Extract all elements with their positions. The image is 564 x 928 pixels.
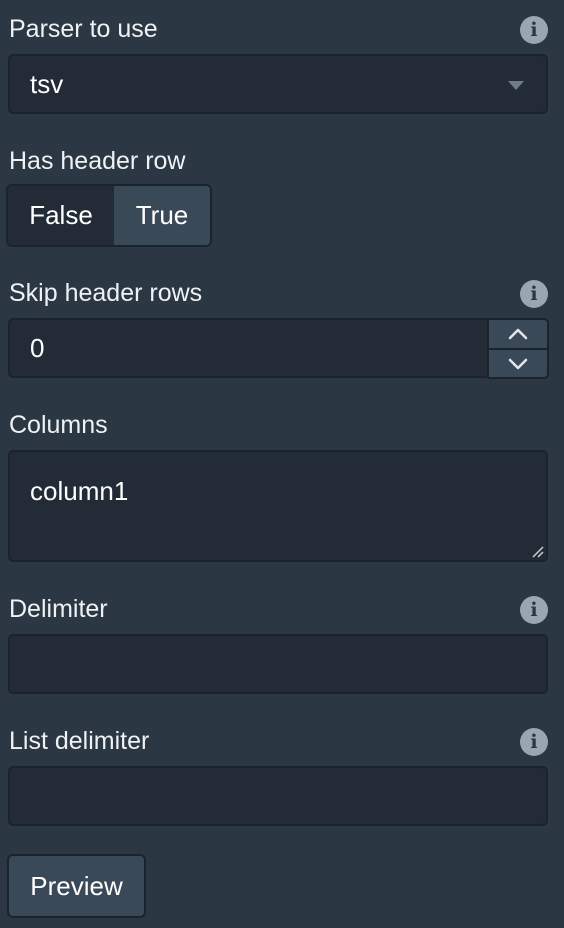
header-row-false-button[interactable]: False [8,186,114,245]
parser-select[interactable]: tsv [8,54,548,114]
skip-rows-info-icon[interactable]: i [520,280,548,308]
delimiter-label: Delimiter [9,595,108,623]
chevron-down-icon [508,358,528,370]
preview-button[interactable]: Preview [7,854,146,918]
list-delimiter-label: List delimiter [9,727,150,755]
columns-textarea[interactable]: column1 [8,450,548,562]
columns-value: column1 [30,476,129,506]
parser-info-icon[interactable]: i [520,16,548,44]
skip-rows-input[interactable]: 0 [8,318,490,378]
resize-grip-icon[interactable] [530,544,544,558]
list-delimiter-info-icon[interactable]: i [520,728,548,756]
decrement-button[interactable] [489,350,547,377]
header-row-label: Has header row [9,147,186,175]
chevron-up-icon [508,328,528,340]
skip-rows-label: Skip header rows [9,279,203,307]
header-row-true-button[interactable]: True [114,186,210,245]
parser-label: Parser to use [9,15,158,43]
delimiter-info-icon[interactable]: i [520,596,548,624]
columns-label: Columns [9,411,108,439]
caret-down-icon [508,81,524,90]
increment-button[interactable] [489,320,547,350]
list-delimiter-input[interactable] [8,766,548,826]
parser-select-value: tsv [30,69,64,99]
skip-rows-value: 0 [30,333,45,363]
skip-rows-stepper [487,318,549,379]
parser-settings-panel: Parser to use i tsv Has header row False… [0,0,564,928]
delimiter-input[interactable] [8,634,548,694]
header-row-toggle: False True [6,184,212,247]
